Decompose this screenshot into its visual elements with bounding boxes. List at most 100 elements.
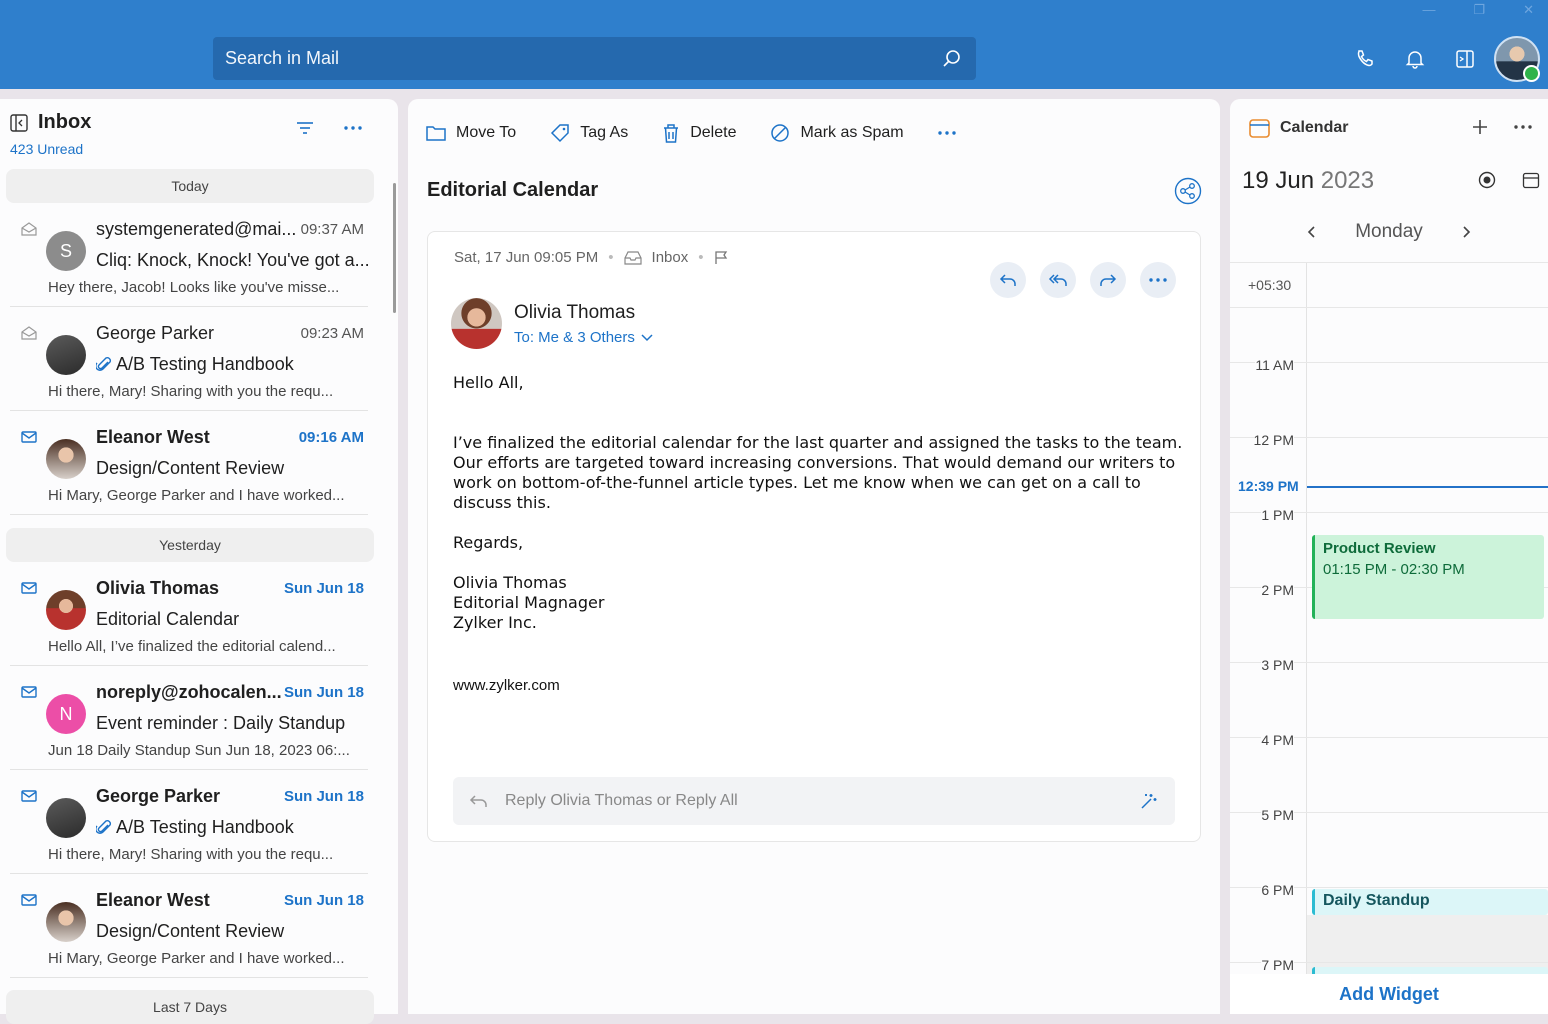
event-time: 01:15 PM - 02:30 PM (1323, 561, 1536, 578)
quick-reply-box[interactable]: Reply Olivia Thomas or Reply All (453, 777, 1175, 825)
weekday-label: Monday (1355, 221, 1423, 243)
delete-button[interactable]: Delete (662, 123, 736, 143)
list-item[interactable]: Eleanor West 09:16 AM Design/Content Rev… (10, 411, 368, 515)
list-item[interactable]: Eleanor West Sun Jun 18 Design/Content R… (10, 874, 368, 978)
date-year: 2023 (1321, 167, 1374, 194)
mail-sender: Eleanor West (96, 427, 296, 448)
date-picker-icon[interactable] (1522, 171, 1540, 189)
message-date: Sat, 17 Jun 09:05 PM (454, 249, 598, 266)
attachment-icon (96, 819, 112, 837)
mail-time: 09:16 AM (299, 429, 364, 446)
mail-subject: Design/Content Review (96, 458, 284, 479)
search-bar[interactable]: Search in Mail (213, 37, 976, 80)
more-icon (1149, 278, 1167, 282)
event-partial[interactable] (1312, 967, 1548, 974)
tag-as-button[interactable]: Tag As (550, 123, 628, 143)
list-item[interactable]: S systemgenerated@mai... 09:37 AM Cliq: … (10, 203, 368, 307)
close-icon[interactable]: ✕ (1523, 2, 1534, 18)
recipients[interactable]: To: Me & 3 Others (514, 329, 653, 346)
mail-preview: Hello All, I’ve finalized the editorial … (48, 638, 336, 655)
filter-icon[interactable] (296, 121, 314, 135)
section-header: Last 7 Days (6, 990, 374, 1024)
collapse-panel-icon[interactable] (10, 114, 28, 132)
unread-envelope-icon[interactable] (21, 430, 37, 444)
mail-sender: noreply@zohocalen... (96, 682, 296, 703)
unread-envelope-icon[interactable] (21, 893, 37, 907)
phone-icon[interactable] (1340, 34, 1390, 84)
hour-label: 1 PM (1261, 505, 1294, 525)
mail-sender: Eleanor West (96, 890, 296, 911)
message-subject: Editorial Calendar (427, 179, 598, 202)
event-product-review[interactable]: Product Review 01:15 PM - 02:30 PM (1312, 535, 1544, 619)
search-icon[interactable] (942, 49, 962, 69)
inbox-icon (624, 251, 642, 265)
sidebar-toggle-icon[interactable] (1440, 34, 1490, 84)
mail-time: Sun Jun 18 (284, 684, 364, 701)
add-event-icon[interactable] (1472, 119, 1488, 135)
reply-input[interactable]: Reply Olivia Thomas or Reply All (505, 792, 1139, 810)
hour-label: 3 PM (1261, 655, 1294, 675)
list-item[interactable]: George Parker Sun Jun 18 A/B Testing Han… (10, 770, 368, 874)
event-title: Daily Standup (1323, 892, 1430, 909)
more-options-icon[interactable] (344, 126, 362, 130)
bell-icon[interactable] (1390, 34, 1440, 84)
mark-as-spam-button[interactable]: Mark as Spam (770, 123, 903, 143)
user-avatar[interactable] (1494, 36, 1540, 82)
hour-label: 7 PM (1261, 955, 1294, 974)
unread-count[interactable]: 423 Unread (10, 141, 83, 157)
delete-label: Delete (690, 124, 736, 142)
move-to-button[interactable]: Move To (426, 124, 516, 142)
reply-all-icon (1048, 273, 1068, 287)
chevron-right-icon[interactable] (1461, 225, 1471, 239)
more-actions-icon[interactable] (938, 131, 956, 135)
avatar (46, 902, 86, 942)
forward-button[interactable] (1090, 262, 1126, 298)
scrollbar[interactable] (393, 183, 396, 313)
day-grid[interactable]: +05:30 11 AM 12 PM 1 PM 2 PM 3 PM 4 PM 5… (1230, 262, 1548, 974)
mail-time: Sun Jun 18 (284, 788, 364, 805)
sender-avatar[interactable] (451, 298, 502, 349)
reading-pane: Move To Tag As Delete Mark as Spam Edito… (408, 99, 1220, 1014)
reply-button[interactable] (990, 262, 1026, 298)
restore-icon[interactable]: ❐ (1473, 2, 1485, 18)
mail-preview: Jun 18 Daily Standup Sun Jun 18, 2023 06… (48, 742, 350, 759)
reply-arrow-icon (469, 794, 489, 808)
body-paragraph: I’ve finalized the editorial calendar fo… (453, 433, 1183, 513)
unread-envelope-icon[interactable] (21, 789, 37, 803)
mail-list-panel: Inbox 423 Unread Today S systemgenerated… (0, 99, 398, 1014)
sender-name[interactable]: Olivia Thomas (514, 302, 635, 324)
chevron-left-icon[interactable] (1307, 225, 1317, 239)
regards: Regards, (453, 533, 1183, 553)
mail-subject: Design/Content Review (96, 921, 284, 942)
avatar (46, 798, 86, 838)
calendar-more-icon[interactable] (1514, 125, 1532, 129)
mail-preview: Hi Mary, George Parker and I have worked… (48, 487, 345, 504)
today-icon[interactable] (1478, 171, 1496, 189)
flag-icon[interactable] (714, 251, 728, 265)
message-folder[interactable]: Inbox (652, 249, 689, 266)
timezone-label: +05:30 (1248, 277, 1291, 293)
read-envelope-icon[interactable] (21, 222, 37, 236)
greeting: Hello All, (453, 373, 1183, 393)
unread-envelope-icon[interactable] (21, 685, 37, 699)
hour-label: 4 PM (1261, 730, 1294, 750)
search-input[interactable]: Search in Mail (225, 48, 942, 69)
mail-subject: A/B Testing Handbook (116, 354, 294, 375)
website-link[interactable]: www.zylker.com (453, 676, 1183, 696)
message-body: Hello All, I’ve finalized the editorial … (453, 373, 1183, 696)
forward-icon (1099, 273, 1117, 287)
add-widget-button[interactable]: Add Widget (1230, 974, 1548, 1014)
reply-all-button[interactable] (1040, 262, 1076, 298)
trash-icon (662, 123, 680, 143)
list-item[interactable]: George Parker 09:23 AM A/B Testing Handb… (10, 307, 368, 411)
minimize-icon[interactable]: — (1422, 2, 1435, 18)
message-more-button[interactable] (1140, 262, 1176, 298)
list-item[interactable]: N noreply@zohocalen... Sun Jun 18 Event … (10, 666, 368, 770)
ai-sparkle-icon[interactable] (1139, 791, 1159, 811)
read-envelope-icon[interactable] (21, 326, 37, 340)
list-item[interactable]: Olivia Thomas Sun Jun 18 Editorial Calen… (10, 562, 368, 666)
mail-sender: systemgenerated@mai... (96, 219, 296, 240)
unread-envelope-icon[interactable] (21, 581, 37, 595)
share-icon[interactable] (1174, 177, 1202, 205)
event-daily-standup[interactable]: Daily Standup (1312, 889, 1548, 915)
